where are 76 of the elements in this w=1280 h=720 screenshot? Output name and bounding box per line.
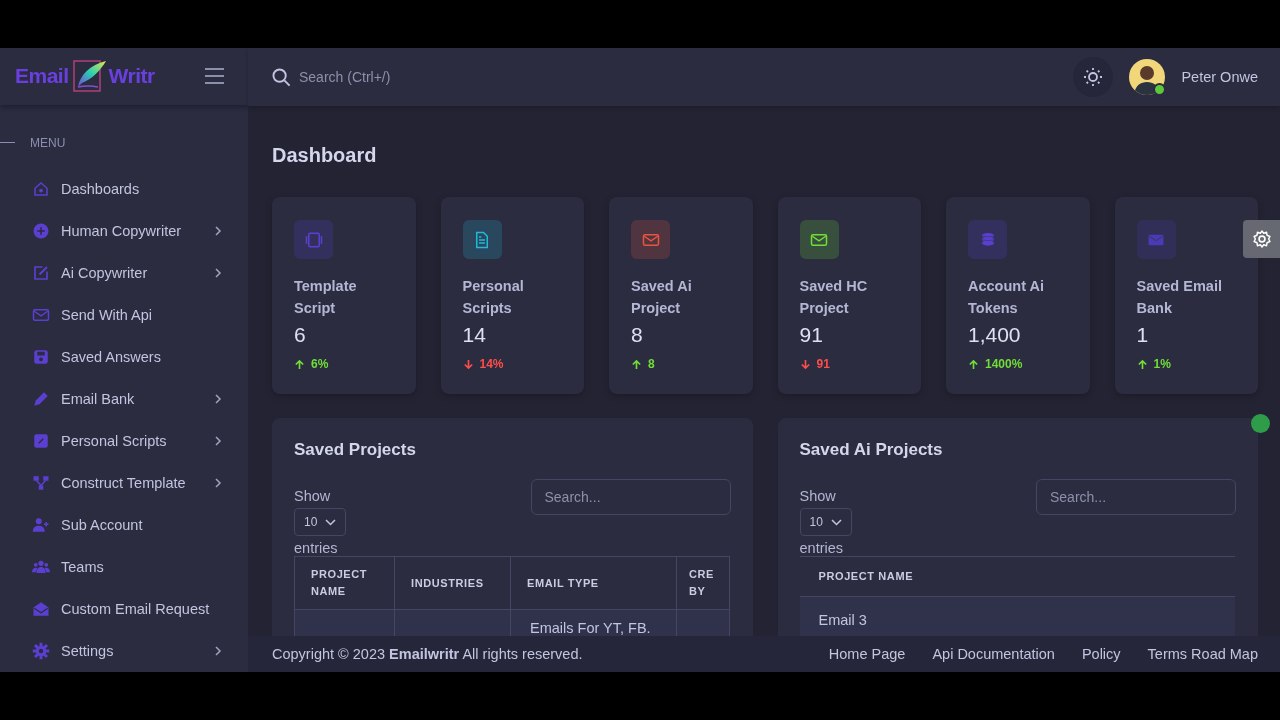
sidebar-item[interactable]: Custom Email Request — [0, 587, 248, 630]
entries-label: entries — [294, 540, 338, 556]
stat-change: 6% — [311, 357, 329, 371]
edit-icon — [32, 263, 50, 282]
sidebar-item[interactable]: Sub Account — [0, 503, 248, 546]
sun-icon — [1083, 67, 1104, 87]
settings-button[interactable] — [1243, 220, 1280, 258]
stat-value: 14 — [462, 323, 487, 347]
save-icon — [32, 347, 50, 366]
search-field[interactable]: Search... — [1036, 479, 1236, 515]
menu-section-label: MENU — [30, 135, 66, 150]
panel-title: Saved Projects — [294, 440, 416, 460]
sidebar-item[interactable]: Human Copywriter — [0, 209, 248, 252]
sidebar-item[interactable]: Ai Copywriter — [0, 251, 248, 294]
stat-value: 8 — [631, 323, 644, 347]
sidebar-item[interactable]: Settings — [0, 629, 248, 672]
stat-label: Saved Ai Project — [631, 277, 693, 318]
footer-link[interactable]: Home Page — [828, 646, 906, 662]
page-size-select[interactable]: 10 — [799, 508, 852, 536]
column-header[interactable]: CRE BY — [676, 556, 730, 610]
sidebar-item[interactable]: Email Bank — [0, 377, 248, 420]
menu-icon[interactable] — [205, 68, 224, 84]
note-icon — [32, 431, 50, 450]
search-field[interactable]: Search... — [530, 479, 731, 515]
column-header[interactable]: EMAIL TYPE — [510, 556, 677, 610]
user-add-icon — [32, 515, 50, 534]
settings-icon — [1251, 229, 1272, 249]
chevron-down-icon — [325, 518, 337, 526]
table-cell: Emails For YT, FB. — [510, 609, 677, 636]
sidebar-item[interactable]: Construct Template — [0, 461, 248, 504]
settings-icon — [32, 641, 50, 660]
footer-link[interactable]: Api Documentation — [932, 646, 1055, 662]
stat-label: Saved Email Bank — [1136, 277, 1223, 318]
sidebar-item[interactable]: Dashboards — [0, 167, 248, 210]
search-field[interactable]: Search (Ctrl+/) — [299, 69, 1066, 85]
stat-change: 14% — [479, 357, 504, 371]
sidebar-item[interactable]: Personal Scripts — [0, 419, 248, 462]
sidebar-item[interactable]: Teams — [0, 545, 248, 588]
column-header[interactable]: INDUSTRIES — [394, 556, 511, 610]
footer-link[interactable]: Terms Road Map — [1147, 646, 1258, 662]
user-avatar[interactable] — [1129, 59, 1166, 95]
logo-text: Writr — [108, 64, 155, 89]
sidebar-item[interactable]: Send With Api — [0, 293, 248, 336]
footer-link[interactable]: Policy — [1081, 646, 1121, 662]
search-icon — [272, 67, 291, 87]
plus-circle-icon — [32, 221, 50, 240]
status-dot — [1251, 414, 1270, 433]
panel-title: Saved Ai Projects — [799, 440, 943, 460]
stat-change: 91 — [816, 357, 830, 371]
stat-value: 1 — [1136, 323, 1150, 347]
stat-label: Saved HC Project — [799, 277, 869, 318]
sidebar-item[interactable]: Saved Answers — [0, 335, 248, 378]
stat-value: 1,400 — [968, 323, 1022, 347]
show-label: Show — [799, 488, 836, 504]
logo-text: Email — [15, 64, 69, 89]
page-title: Dashboard — [272, 144, 377, 167]
user-name[interactable]: Peter Onwe — [1181, 69, 1258, 85]
theme-toggle-button[interactable] — [1073, 57, 1114, 97]
table-cell: Email 3 — [799, 596, 1235, 636]
stat-label: Template Script — [294, 277, 358, 318]
stat-value: 6 — [294, 323, 307, 347]
entries-label: entries — [799, 540, 844, 556]
stat-change: 8 — [648, 357, 655, 371]
page-size-select[interactable]: 10 — [294, 508, 347, 536]
home-icon — [32, 179, 50, 198]
show-label: Show — [294, 488, 331, 504]
chevron-down-icon — [830, 518, 842, 526]
column-header[interactable]: PROJECT NAME — [294, 556, 395, 610]
stat-label: Account Ai Tokens — [968, 277, 1045, 318]
stat-change: 1% — [1153, 357, 1171, 371]
stat-label: Personal Scripts — [462, 277, 525, 318]
network-icon — [32, 473, 50, 492]
copyright-text: Copyright © 2023 Emailwritr All rights reserved. — [272, 646, 584, 662]
stat-change: 1400% — [985, 357, 1023, 371]
column-header[interactable]: PROJECT NAME — [799, 556, 1235, 597]
stat-value: 91 — [799, 323, 824, 347]
